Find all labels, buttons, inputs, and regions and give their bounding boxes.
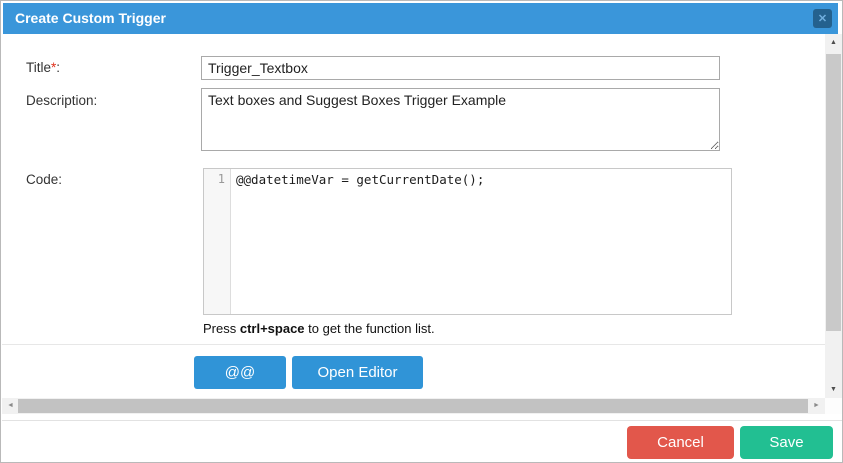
description-label: Description: (26, 93, 97, 108)
title-label-colon: : (56, 60, 60, 75)
scroll-left-icon[interactable]: ◄ (2, 398, 19, 414)
scrollbar-corner (825, 398, 842, 414)
footer-divider (2, 420, 843, 421)
dialog-header: Create Custom Trigger ✕ (3, 3, 838, 34)
vertical-scrollbar[interactable]: ▲ ▼ (825, 34, 842, 398)
dialog-title: Create Custom Trigger (15, 3, 166, 34)
section-divider (2, 344, 826, 345)
title-label-text: Title (26, 60, 51, 75)
scroll-right-icon[interactable]: ► (808, 398, 825, 414)
close-icon: ✕ (818, 13, 827, 25)
hint-suffix: to get the function list. (305, 321, 435, 336)
scroll-down-icon[interactable]: ▼ (825, 381, 842, 398)
save-button[interactable]: Save (740, 426, 833, 459)
hint-key: ctrl+space (240, 321, 305, 336)
code-editor[interactable]: 1 @@datetimeVar = getCurrentDate(); (203, 168, 732, 315)
insert-variable-button[interactable]: @@ (194, 356, 286, 389)
horizontal-scrollbar[interactable]: ◄ ► (2, 398, 825, 414)
close-button[interactable]: ✕ (813, 9, 832, 28)
open-editor-button[interactable]: Open Editor (292, 356, 423, 389)
horizontal-scrollbar-thumb[interactable] (18, 399, 809, 413)
code-content[interactable]: @@datetimeVar = getCurrentDate(); (231, 169, 731, 314)
cancel-button[interactable]: Cancel (627, 426, 734, 459)
vertical-scrollbar-thumb[interactable] (826, 54, 841, 331)
description-textarea[interactable]: Text boxes and Suggest Boxes Trigger Exa… (201, 88, 720, 151)
code-label: Code: (26, 172, 62, 187)
code-line-number-gutter: 1 (204, 169, 231, 314)
scroll-up-icon[interactable]: ▲ (825, 34, 842, 51)
line-number: 1 (218, 172, 225, 186)
title-input[interactable] (201, 56, 720, 80)
create-custom-trigger-dialog: Create Custom Trigger ✕ Title*: Descript… (0, 0, 843, 463)
title-label: Title*: (26, 60, 60, 75)
hint-prefix: Press (203, 321, 240, 336)
ctrl-space-hint: Press ctrl+space to get the function lis… (203, 321, 435, 336)
